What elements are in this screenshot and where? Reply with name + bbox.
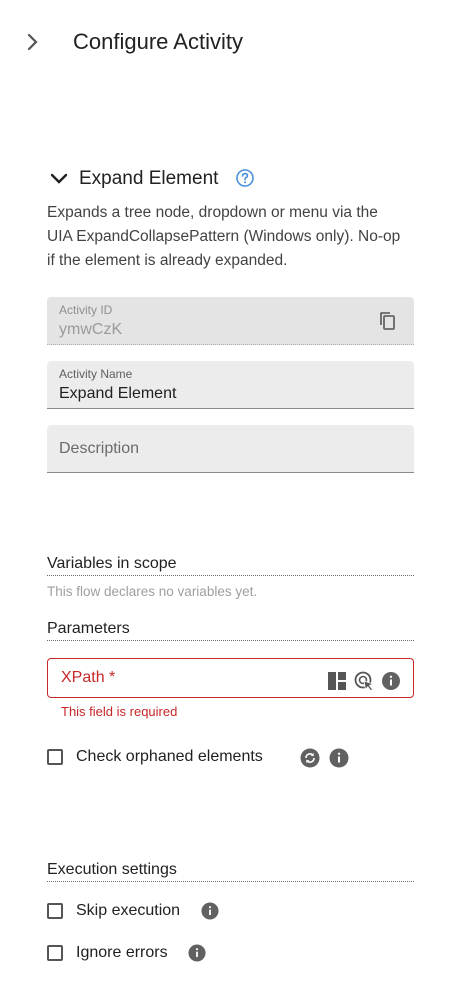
parameters-heading: Parameters (47, 620, 414, 641)
info-icon[interactable] (329, 748, 349, 773)
collapse-panel-chevron-icon[interactable] (22, 28, 46, 56)
info-icon[interactable] (188, 944, 206, 967)
element-picker-icon[interactable] (353, 670, 375, 697)
variables-heading: Variables in scope (47, 555, 414, 576)
info-icon[interactable] (201, 902, 219, 925)
activity-id-label: Activity ID (59, 303, 113, 317)
variables-empty-text: This flow declares no variables yet. (47, 584, 258, 599)
xpath-error-message: This field is required (61, 704, 178, 719)
layout-picker-icon[interactable] (327, 671, 347, 696)
panel-title: Configure Activity (73, 29, 243, 54)
section-description: Expands a tree node, dropdown or menu vi… (47, 204, 401, 269)
activity-name-label: Activity Name (59, 367, 133, 381)
activity-id-value: ymwCzK (59, 321, 123, 338)
section-title: Expand Element (79, 168, 219, 189)
skip-execution-row[interactable]: Skip execution (47, 902, 180, 920)
skip-execution-checkbox[interactable] (47, 903, 63, 919)
ignore-errors-checkbox[interactable] (47, 945, 63, 961)
activity-name-value[interactable]: Expand Element (59, 385, 176, 403)
copy-icon[interactable] (378, 310, 398, 332)
ignore-errors-row[interactable]: Ignore errors (47, 944, 168, 962)
check-orphaned-row[interactable]: Check orphaned elements (47, 748, 263, 766)
ignore-errors-label[interactable]: Ignore errors (76, 944, 168, 962)
check-orphaned-label[interactable]: Check orphaned elements (76, 748, 263, 766)
info-icon[interactable] (381, 671, 401, 696)
skip-execution-label[interactable]: Skip execution (76, 902, 180, 920)
xpath-label: XPath * (61, 669, 116, 686)
help-icon[interactable] (235, 168, 255, 188)
xpath-input[interactable]: XPath * (47, 658, 414, 698)
description-placeholder: Description (59, 440, 140, 457)
activity-id-field: Activity ID ymwCzK (47, 297, 414, 345)
activity-name-field[interactable]: Activity Name Expand Element (47, 361, 414, 409)
chevron-down-icon[interactable] (48, 168, 70, 190)
check-orphaned-checkbox[interactable] (47, 749, 63, 765)
description-field[interactable]: Description (47, 425, 414, 473)
sync-icon[interactable] (300, 748, 320, 773)
execution-settings-heading: Execution settings (47, 861, 414, 882)
